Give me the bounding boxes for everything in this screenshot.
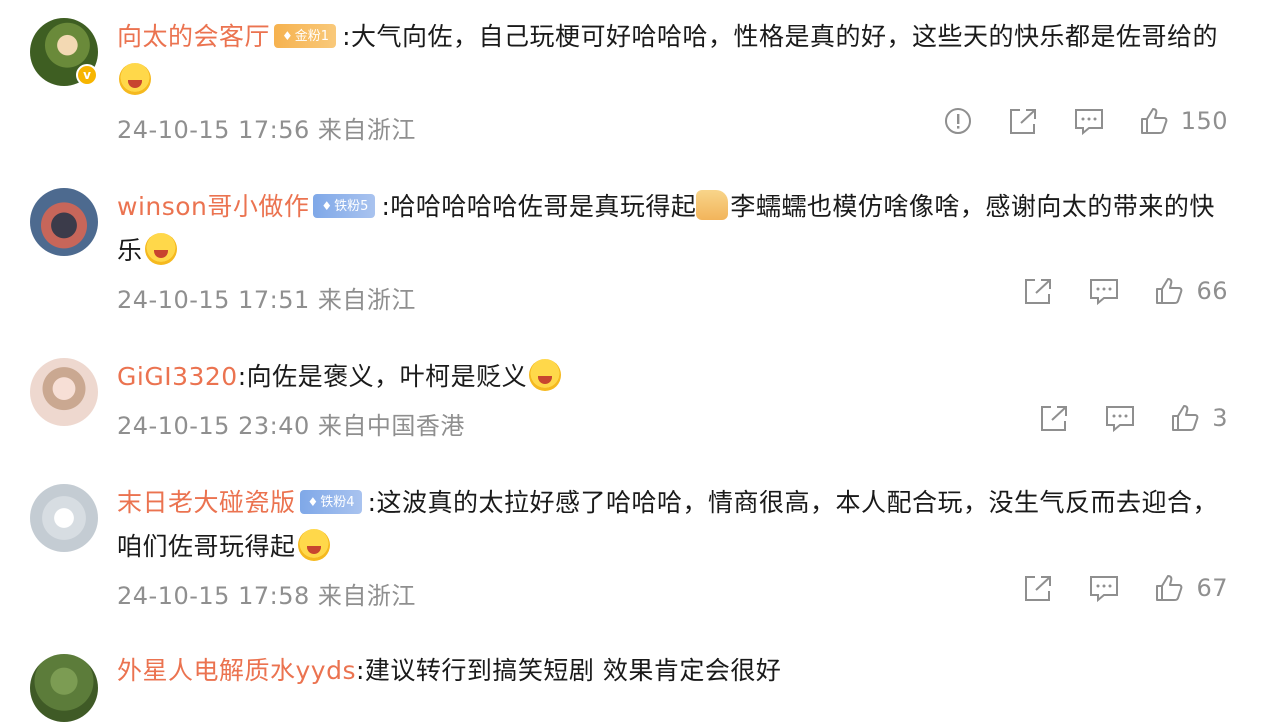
like-count: 67 <box>1196 574 1228 602</box>
timestamp-location: 24-10-15 17:56 来自浙江 <box>117 116 416 144</box>
username[interactable]: 向太的会客厅 <box>117 22 270 51</box>
fan-badge[interactable]: ♦ 金粉1 <box>274 24 337 48</box>
comment-body: GiGI3320:向佐是褒义，叶柯是贬义 <box>117 355 1227 399</box>
gem-icon: ♦ <box>282 29 293 43</box>
like-icon <box>1156 278 1183 304</box>
like-button[interactable]: 66 <box>1154 276 1228 306</box>
surprised-emoji-icon <box>119 63 151 95</box>
comment-text: :向佐是褒义，叶柯是贬义 <box>237 362 528 391</box>
comment-body: 末日老大碰瓷版 ♦ 铁粉4:这波真的太拉好感了哈哈哈，情商很高，本人配合玩，没生气反… <box>117 481 1227 569</box>
avatar[interactable] <box>30 358 98 426</box>
avatar[interactable] <box>30 654 98 722</box>
report-button[interactable] <box>943 106 973 136</box>
like-count: 150 <box>1180 107 1228 135</box>
comment-icon <box>1090 576 1119 603</box>
fan-badge[interactable]: ♦ 铁粉4 <box>299 490 362 514</box>
avatar[interactable] <box>30 484 98 552</box>
username[interactable]: 末日老大碰瓷版 <box>117 488 296 517</box>
gem-icon: ♦ <box>321 199 333 213</box>
like-count: 66 <box>1196 277 1228 305</box>
share-button[interactable] <box>1038 403 1070 433</box>
comment-text: :大气向佐，自己玩梗可好哈哈哈，性格是真的好，这些天的快乐都是佐哥给的 <box>342 22 1218 51</box>
comment-body: 向太的会客厅 ♦ 金粉1:大气向佐，自己玩梗可好哈哈哈，性格是真的好，这些天的快乐都… <box>117 15 1227 103</box>
share-button[interactable] <box>1007 106 1039 136</box>
avatar[interactable] <box>30 188 98 256</box>
username[interactable]: 外星人电解质水yyds <box>117 656 356 685</box>
comment-icon <box>1090 279 1119 306</box>
laughing-emoji-icon <box>144 233 177 265</box>
like-button[interactable]: 67 <box>1154 573 1228 603</box>
comment-button[interactable] <box>1073 106 1105 136</box>
username[interactable]: GiGI3320 <box>117 362 238 391</box>
comment-text: :哈哈哈哈哈佐哥是真玩得起 <box>381 192 697 221</box>
timestamp-location: 24-10-15 17:58 来自浙江 <box>117 582 416 610</box>
share-icon <box>1041 406 1068 431</box>
gem-icon: ♦ <box>307 495 319 509</box>
comment-text: :建议转行到搞笑短剧 效果肯定会很好 <box>356 656 782 685</box>
like-button[interactable]: 150 <box>1139 106 1228 136</box>
like-icon <box>1156 575 1183 601</box>
share-button[interactable] <box>1022 276 1054 306</box>
like-icon <box>1172 405 1199 431</box>
sunglasses-emoji-icon <box>297 529 330 561</box>
verified-badge-icon: v <box>76 64 98 86</box>
like-button[interactable]: 3 <box>1170 403 1228 433</box>
thumbs-up-emoji-icon <box>696 190 729 220</box>
comment-body: 外星人电解质水yyds:建议转行到搞笑短剧 效果肯定会很好 <box>117 649 1227 693</box>
share-icon <box>1009 109 1036 134</box>
like-icon <box>1140 108 1168 134</box>
comment-button[interactable] <box>1088 276 1120 306</box>
share-icon <box>1025 576 1052 601</box>
comment-body: winson哥小做作 ♦ 铁粉5:哈哈哈哈哈佐哥是真玩得起 李蠕蠕也模仿啥像啥，感谢向… <box>117 185 1227 273</box>
timestamp-location: 24-10-15 23:40 来自中国香港 <box>117 412 465 440</box>
timestamp-location: 24-10-15 17:51 来自浙江 <box>117 286 416 314</box>
fan-badge[interactable]: ♦ 铁粉5 <box>313 194 376 218</box>
share-icon <box>1025 279 1052 304</box>
username[interactable]: winson哥小做作 <box>117 192 309 221</box>
crying-laughing-emoji-icon <box>529 359 562 391</box>
comment-icon <box>1106 406 1135 433</box>
like-count: 3 <box>1212 404 1228 432</box>
comment-icon <box>1074 109 1103 136</box>
comment-button[interactable] <box>1088 573 1120 603</box>
report-icon <box>944 108 971 134</box>
share-button[interactable] <box>1022 573 1054 603</box>
comment-button[interactable] <box>1104 403 1136 433</box>
